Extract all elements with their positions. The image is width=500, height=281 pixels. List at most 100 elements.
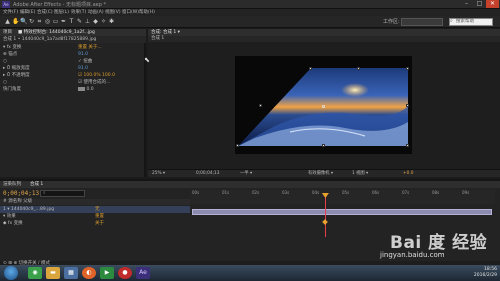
ruler-tick-label: 07s: [402, 190, 410, 195]
menu-layer[interactable]: 图层(L): [54, 9, 69, 16]
layer-name: ▾ 效果: [3, 214, 16, 219]
maximize-button[interactable]: □: [473, 0, 486, 8]
property-value[interactable]: 0.0: [78, 86, 94, 93]
transform-handle[interactable]: [236, 144, 239, 147]
timeline-search-input[interactable]: ⌕: [40, 190, 85, 197]
property-value[interactable]: 91.0: [78, 65, 88, 72]
start-button[interactable]: [4, 266, 18, 280]
firefox-icon[interactable]: ◐: [82, 267, 96, 279]
pen-tool-icon[interactable]: ✒: [60, 18, 67, 26]
tab-render-queue[interactable]: 渲染队列: [3, 181, 21, 188]
type-tool-icon[interactable]: T: [68, 18, 75, 26]
camera-tool-icon[interactable]: ⌗: [36, 18, 43, 26]
layer-parent[interactable]: 无: [95, 206, 100, 213]
layer-duration-bar[interactable]: [192, 209, 492, 215]
tab-composition[interactable]: 合成: 合成 1 ▾: [151, 29, 180, 36]
close-button[interactable]: ✕: [486, 0, 499, 8]
color-swatch[interactable]: [78, 86, 85, 91]
effect-reset-about[interactable]: 重置 关于...: [78, 44, 102, 51]
layer-row[interactable]: 1 ▾ 144040c9_...89.jpg 无: [0, 206, 190, 213]
menu-edit[interactable]: 编辑(E): [20, 9, 35, 16]
transform-handle[interactable]: [259, 104, 262, 107]
property-row[interactable]: ▸ Ö 缩放宽度 91.0: [0, 65, 146, 72]
magnification-select[interactable]: 25% ▾: [152, 170, 165, 178]
minimize-button[interactable]: –: [460, 0, 473, 8]
views-select[interactable]: 1 视图 ▾: [352, 170, 368, 178]
rotate-tool-icon[interactable]: ↻: [28, 18, 35, 26]
hand-tool-icon[interactable]: ✋: [12, 18, 19, 26]
menu-window[interactable]: 窗口(W): [122, 9, 139, 16]
property-name: ▸ Ö 不透明度: [3, 73, 30, 78]
menu-composition[interactable]: 合成(C): [37, 9, 53, 16]
property-value[interactable]: ✓ 扭曲: [78, 58, 92, 65]
property-name: ▸ Ö 缩放宽度: [3, 66, 30, 71]
ruler-tick-label: 00s: [192, 190, 200, 195]
active-camera-select[interactable]: 有效摄像机 ▾: [308, 170, 333, 178]
layer-row[interactable]: ▾ 效果 重置: [0, 213, 190, 220]
playhead[interactable]: [324, 193, 326, 237]
transform-handle[interactable]: [309, 67, 312, 70]
property-value[interactable]: ☑ 使用合成的...: [78, 79, 110, 86]
transform-handle[interactable]: [406, 144, 409, 147]
green-app-icon[interactable]: ◉: [28, 267, 42, 279]
property-name: 快门角度: [3, 87, 21, 92]
transform-handle[interactable]: [357, 67, 360, 70]
keyframe-icon[interactable]: [322, 219, 328, 225]
search-icon: ⌕: [450, 18, 453, 24]
property-value[interactable]: ☑ 100.0% 100.0: [78, 72, 115, 79]
eraser-tool-icon[interactable]: ◆: [92, 18, 99, 26]
layer-name: ◆ fx 变换: [3, 221, 23, 226]
selection-tool-icon[interactable]: ▲: [4, 18, 11, 26]
property-row[interactable]: 快门角度 0.0: [0, 86, 146, 93]
clone-stamp-tool-icon[interactable]: ⊥: [84, 18, 91, 26]
menu-file[interactable]: 文件(F): [3, 9, 18, 16]
tab-project[interactable]: 项目: [3, 29, 12, 36]
exposure-value[interactable]: +0.0: [403, 170, 413, 178]
pan-behind-tool-icon[interactable]: ◎: [44, 18, 51, 26]
tab-comp-1[interactable]: 合成 1: [30, 181, 43, 188]
property-value[interactable]: 91.0: [78, 51, 88, 58]
property-row[interactable]: ⊕ 锚点 91.0: [0, 51, 146, 58]
workspace-select[interactable]: [401, 18, 443, 26]
transform-handle[interactable]: [406, 67, 409, 70]
anchor-point-icon[interactable]: [322, 105, 325, 108]
property-row[interactable]: ○ ✓ 扭曲: [0, 58, 146, 65]
after-effects-icon[interactable]: Ae: [136, 267, 150, 279]
zoom-tool-icon[interactable]: 🔍: [20, 18, 27, 26]
mouse-cursor-icon: ⬉: [144, 56, 150, 64]
layer-row[interactable]: ◆ fx 变换 关于: [0, 220, 190, 227]
menu-animation[interactable]: 动画(A): [88, 9, 104, 16]
windows-taskbar: ◉ ▬ ▦ ◐ ▶ ● Ae 18:56 2016/2/29: [0, 265, 500, 281]
property-row[interactable]: ○ ☑ 使用合成的...: [0, 79, 146, 86]
current-time-display[interactable]: 0;00;04;13: [196, 170, 219, 178]
roto-brush-tool-icon[interactable]: ✧: [100, 18, 107, 26]
brush-tool-icon[interactable]: ✎: [76, 18, 83, 26]
media-icon[interactable]: ▦: [64, 267, 78, 279]
menu-help[interactable]: 帮助(H): [139, 9, 155, 16]
composition-canvas[interactable]: [235, 56, 412, 154]
time-ruler[interactable]: 00s 01s 02s 03s 04s 05s 06s 07s 08s 09s: [190, 190, 495, 204]
system-tray-clock[interactable]: 18:56 2016/2/29: [455, 267, 497, 280]
rectangle-tool-icon[interactable]: ▭: [52, 18, 59, 26]
record-icon[interactable]: ●: [118, 267, 132, 279]
search-help-input[interactable]: 搜索帮助: [449, 18, 493, 26]
folder-icon[interactable]: ▬: [46, 267, 60, 279]
menu-bar: 文件(F) 编辑(E) 合成(C) 图层(L) 效果(T) 动画(A) 视图(V…: [0, 9, 500, 16]
puppet-tool-icon[interactable]: ✱: [108, 18, 115, 26]
resolution-select[interactable]: 一半 ▾: [240, 170, 252, 178]
property-row[interactable]: ▸ Ö 不透明度 ☑ 100.0% 100.0: [0, 72, 146, 79]
composition-subtab[interactable]: 合成 1: [148, 36, 500, 42]
transform-handle[interactable]: [406, 104, 409, 107]
menu-view[interactable]: 视图(V): [105, 9, 121, 16]
transform-handle[interactable]: [322, 144, 325, 147]
layer-parent[interactable]: 关于: [95, 220, 104, 227]
timeline-timecode[interactable]: 0;00;04;13: [3, 190, 39, 197]
layer-parent[interactable]: 重置: [95, 213, 104, 220]
composition-tabs: 合成: 合成 1 ▾: [148, 29, 500, 36]
player-icon[interactable]: ▶: [100, 267, 114, 279]
baidu-jingyan-watermark: Bai 度 经验: [390, 233, 488, 253]
effect-row[interactable]: ▾ fx 变换 重置 关于...: [0, 44, 146, 51]
watermark-url: jingyan.baidu.com: [380, 251, 445, 259]
tab-effect-controls[interactable]: ■ 特效控制台: 144040c9_1a2f...jpg: [18, 29, 95, 36]
menu-effect[interactable]: 效果(T): [71, 9, 86, 16]
